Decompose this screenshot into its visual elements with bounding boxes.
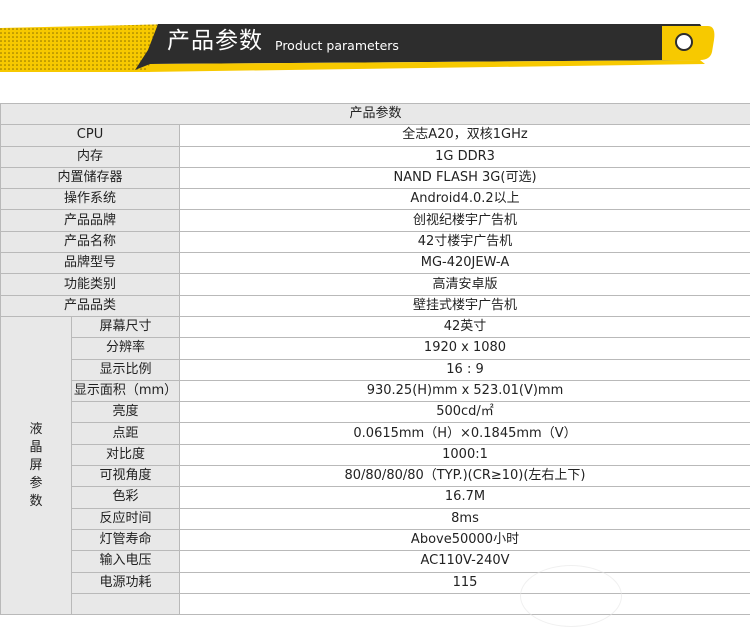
table-header-row: 产品参数 — [1, 104, 750, 125]
group-label-lcd: 液 晶 屏 参 数 — [1, 316, 72, 614]
row-label: 屏幕尺寸 — [72, 316, 180, 337]
row-value: 16 : 9 — [180, 359, 750, 380]
row-label: 亮度 — [72, 402, 180, 423]
table-row: 分辨率 1920 x 1080 — [1, 338, 750, 359]
banner-title: 产品参数 — [167, 26, 263, 56]
table-row: 内存 1G DDR3 — [1, 146, 750, 167]
row-label: 内存 — [1, 146, 180, 167]
row-label: 产品名称 — [1, 231, 180, 252]
watermark-seal — [520, 565, 622, 627]
row-label: 电源功耗 — [72, 572, 180, 593]
row-label: 品牌型号 — [1, 253, 180, 274]
row-value: NAND FLASH 3G(可选) — [180, 167, 750, 188]
row-value: 42寸楼宇广告机 — [180, 231, 750, 252]
table-row: 内置储存器 NAND FLASH 3G(可选) — [1, 167, 750, 188]
table-row: 电源功耗 115 — [1, 572, 750, 593]
table-row: 对比度 1000:1 — [1, 444, 750, 465]
row-value: 全志A20，双核1GHz — [180, 125, 750, 146]
circle-ring-icon — [676, 34, 692, 50]
table-row: 功能类别 高清安卓版 — [1, 274, 750, 295]
table-row: 显示比例 16 : 9 — [1, 359, 750, 380]
row-value: 0.0615mm（H）×0.1845mm（V） — [180, 423, 750, 444]
table-row: 输入电压 AC110V-240V — [1, 551, 750, 572]
row-label: 可视角度 — [72, 466, 180, 487]
table-row: 品牌型号 MG-420JEW-A — [1, 253, 750, 274]
row-label: 色彩 — [72, 487, 180, 508]
table-row: 灯管寿命 Above50000小时 — [1, 529, 750, 550]
row-value: 1000:1 — [180, 444, 750, 465]
row-label: 点距 — [72, 423, 180, 444]
banner-subtitle: Product parameters — [275, 38, 399, 54]
table-row: 点距 0.0615mm（H）×0.1845mm（V） — [1, 423, 750, 444]
row-value: MG-420JEW-A — [180, 253, 750, 274]
row-value: 8ms — [180, 508, 750, 529]
table-row: 产品品类 壁挂式楼宇广告机 — [1, 295, 750, 316]
group-label-chars: 液 晶 屏 参 数 — [1, 421, 71, 511]
row-label: 分辨率 — [72, 338, 180, 359]
row-value: 1920 x 1080 — [180, 338, 750, 359]
row-label: 对比度 — [72, 444, 180, 465]
row-value: Above50000小时 — [180, 529, 750, 550]
row-value: Android4.0.2以上 — [180, 189, 750, 210]
row-value: 16.7M — [180, 487, 750, 508]
row-label: 显示面积（mm） — [72, 380, 180, 401]
section-banner: 产品参数 Product parameters — [0, 0, 750, 80]
row-label: 反应时间 — [72, 508, 180, 529]
row-value: 1G DDR3 — [180, 146, 750, 167]
table-row: 亮度 500cd/㎡ — [1, 402, 750, 423]
table-row: 产品名称 42寸楼宇广告机 — [1, 231, 750, 252]
row-value: 80/80/80/80（TYP.)(CR≥10)(左右上下) — [180, 466, 750, 487]
table-row: 可视角度 80/80/80/80（TYP.)(CR≥10)(左右上下) — [1, 466, 750, 487]
row-label: CPU — [1, 125, 180, 146]
row-label: 输入电压 — [72, 551, 180, 572]
table-row: 色彩 16.7M — [1, 487, 750, 508]
row-value: 高清安卓版 — [180, 274, 750, 295]
table-row: 操作系统 Android4.0.2以上 — [1, 189, 750, 210]
row-value: 500cd/㎡ — [180, 402, 750, 423]
row-label: 操作系统 — [1, 189, 180, 210]
row-label: 灯管寿命 — [72, 529, 180, 550]
row-value: 42英寸 — [180, 316, 750, 337]
table-row: 显示面积（mm） 930.25(H)mm x 523.01(V)mm — [1, 380, 750, 401]
row-value: AC110V-240V — [180, 551, 750, 572]
table-header: 产品参数 — [1, 104, 750, 125]
row-value-partial — [180, 593, 750, 614]
table-row-partial — [1, 593, 750, 614]
row-label: 显示比例 — [72, 359, 180, 380]
row-value: 115 — [180, 572, 750, 593]
table-row: 产品品牌 创视纪楼宇广告机 — [1, 210, 750, 231]
row-value: 壁挂式楼宇广告机 — [180, 295, 750, 316]
table-row: 反应时间 8ms — [1, 508, 750, 529]
row-label-partial — [72, 593, 180, 614]
row-label: 产品品类 — [1, 295, 180, 316]
table-row: CPU 全志A20，双核1GHz — [1, 125, 750, 146]
row-value: 930.25(H)mm x 523.01(V)mm — [180, 380, 750, 401]
row-label: 产品品牌 — [1, 210, 180, 231]
table-row: 液 晶 屏 参 数 屏幕尺寸 42英寸 — [1, 316, 750, 337]
row-value: 创视纪楼宇广告机 — [180, 210, 750, 231]
row-label: 功能类别 — [1, 274, 180, 295]
row-label: 内置储存器 — [1, 167, 180, 188]
spec-table: 产品参数 CPU 全志A20，双核1GHz 内存 1G DDR3 内置储存器 N… — [0, 103, 750, 615]
